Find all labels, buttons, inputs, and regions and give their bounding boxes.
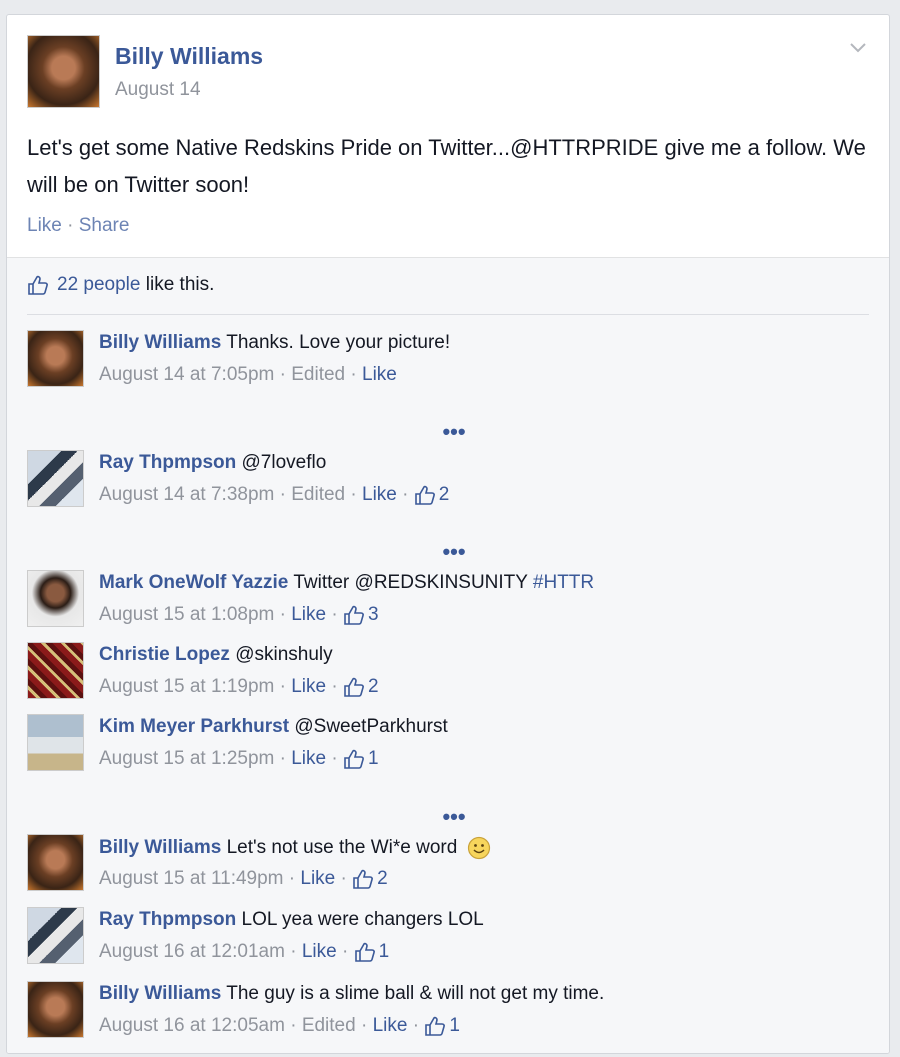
post-actions: Like · Share bbox=[27, 215, 129, 237]
comment-time[interactable]: August 15 at 11:49pm bbox=[99, 868, 284, 890]
avatar[interactable] bbox=[27, 907, 84, 964]
comment-text: Thanks. Love your picture! bbox=[226, 332, 451, 353]
thumbs-up-icon bbox=[425, 1016, 446, 1036]
comment-item: Mark OneWolf Yazzie Twitter @REDSKINSUNI… bbox=[27, 570, 867, 630]
comment-item: Ray Thpmpson @7loveflo August 14 at 7:38… bbox=[27, 450, 867, 510]
thumbs-up-icon bbox=[354, 942, 375, 962]
thumbs-up-icon bbox=[344, 749, 364, 769]
comment-item: Ray Thpmpson LOL yea were changers LOL A… bbox=[27, 907, 867, 967]
comment-item: Billy Williams The guy is a slime ball &… bbox=[27, 981, 867, 1041]
likes-number: 1 bbox=[367, 748, 379, 769]
comment-like-link[interactable]: Like bbox=[300, 868, 335, 890]
comment-likes-count[interactable]: 1 bbox=[424, 1015, 460, 1037]
thumbs-up-icon bbox=[353, 869, 374, 889]
comment-text: @7loveflo bbox=[241, 452, 327, 473]
comment-text: @SweetParkhurst bbox=[294, 716, 448, 737]
likes-summary: 22 people like this. bbox=[27, 274, 214, 296]
commenter-name[interactable]: Billy Williams bbox=[99, 983, 221, 1004]
post-text: Let's get some Native Redskins Pride on … bbox=[27, 135, 866, 197]
comment-time[interactable]: August 14 at 7:05pm bbox=[99, 364, 274, 386]
comment-time[interactable]: August 16 at 12:01am bbox=[99, 941, 285, 963]
commenter-name[interactable]: Ray Thpmpson bbox=[99, 452, 236, 473]
post-card: Billy Williams August 14 Let's get some … bbox=[6, 14, 890, 1054]
avatar[interactable] bbox=[27, 642, 84, 699]
comment-like-link[interactable]: Like bbox=[291, 604, 326, 626]
thumbs-up-icon bbox=[28, 275, 48, 295]
comment-item: Kim Meyer Parkhurst @SweetParkhurst Augu… bbox=[27, 714, 867, 774]
comment-like-link[interactable]: Like bbox=[302, 941, 337, 963]
comments-section: 22 people like this. Billy Williams Than… bbox=[7, 257, 889, 1053]
comment-item: Billy Williams Thanks. Love your picture… bbox=[27, 330, 867, 390]
comment-like-link[interactable]: Like bbox=[291, 748, 326, 770]
post-date[interactable]: August 14 bbox=[115, 79, 201, 101]
divider bbox=[27, 314, 869, 315]
comment-text: @skinshuly bbox=[235, 644, 333, 665]
likes-number: 2 bbox=[438, 484, 450, 505]
thumbs-up-icon bbox=[344, 677, 364, 697]
comment-time[interactable]: August 14 at 7:38pm bbox=[99, 484, 274, 506]
avatar[interactable] bbox=[27, 834, 84, 891]
avatar[interactable] bbox=[27, 714, 84, 771]
comment-like-link[interactable]: Like bbox=[362, 364, 397, 386]
comment-likes-count[interactable]: 2 bbox=[352, 868, 388, 890]
post-share-link[interactable]: Share bbox=[79, 215, 130, 236]
edited-label[interactable]: Edited bbox=[302, 1015, 356, 1037]
comment-time[interactable]: August 15 at 1:19pm bbox=[99, 676, 274, 698]
comment-text: Twitter @REDSKINSUNITY bbox=[293, 572, 528, 593]
more-replies-icon[interactable]: ••• bbox=[439, 806, 469, 828]
comment-text: Let's not use the Wi*e word bbox=[226, 837, 458, 859]
comment-likes-count[interactable]: 3 bbox=[343, 604, 379, 626]
comment-item: Billy Williams Let's not use the Wi*e wo… bbox=[27, 834, 867, 894]
edited-label[interactable]: Edited bbox=[291, 364, 345, 386]
likes-suffix: like this. bbox=[145, 274, 215, 295]
avatar[interactable] bbox=[27, 330, 84, 387]
thumbs-up-icon bbox=[344, 605, 364, 625]
comment-time[interactable]: August 16 at 12:05am bbox=[99, 1015, 285, 1037]
comment-likes-count[interactable]: 2 bbox=[414, 484, 450, 506]
more-replies-icon[interactable]: ••• bbox=[439, 421, 469, 443]
likes-count-link[interactable]: 22 people bbox=[57, 274, 140, 295]
comment-likes-count[interactable]: 1 bbox=[343, 748, 379, 770]
likes-number: 1 bbox=[378, 941, 390, 962]
commenter-name[interactable]: Billy Williams bbox=[99, 837, 221, 858]
edited-label[interactable]: Edited bbox=[291, 484, 345, 506]
comment-like-link[interactable]: Like bbox=[291, 676, 326, 698]
commenter-name[interactable]: Christie Lopez bbox=[99, 644, 230, 665]
likes-number: 2 bbox=[367, 676, 379, 697]
author-avatar[interactable] bbox=[27, 35, 100, 108]
chevron-down-icon[interactable] bbox=[849, 41, 867, 55]
post-like-link[interactable]: Like bbox=[27, 215, 62, 236]
comment-likes-count[interactable]: 2 bbox=[343, 676, 379, 698]
post-author-name[interactable]: Billy Williams bbox=[115, 43, 263, 70]
likes-number: 1 bbox=[449, 1015, 460, 1036]
comment-text: The guy is a slime ball & will not get m… bbox=[226, 983, 605, 1004]
comment-like-link[interactable]: Like bbox=[362, 484, 397, 506]
thumbs-up-icon bbox=[414, 485, 435, 505]
post-header: Billy Williams August 14 bbox=[27, 35, 867, 109]
commenter-name[interactable]: Billy Williams bbox=[99, 332, 221, 353]
comment-time[interactable]: August 15 at 1:25pm bbox=[99, 748, 274, 770]
avatar[interactable] bbox=[27, 570, 84, 627]
hashtag-link[interactable]: #HTTR bbox=[533, 572, 594, 593]
commenter-name[interactable]: Kim Meyer Parkhurst bbox=[99, 716, 289, 737]
avatar[interactable] bbox=[27, 981, 84, 1038]
commenter-name[interactable]: Ray Thpmpson bbox=[99, 909, 236, 930]
avatar[interactable] bbox=[27, 450, 84, 507]
comment-like-link[interactable]: Like bbox=[373, 1015, 408, 1037]
comment-text: LOL yea were changers LOL bbox=[241, 909, 484, 930]
comment-time[interactable]: August 15 at 1:08pm bbox=[99, 604, 274, 626]
separator-dot: · bbox=[67, 215, 74, 236]
commenter-name[interactable]: Mark OneWolf Yazzie bbox=[99, 572, 288, 593]
comment-likes-count[interactable]: 1 bbox=[354, 941, 390, 963]
smiley-icon bbox=[467, 836, 490, 860]
likes-number: 3 bbox=[367, 604, 379, 625]
likes-number: 2 bbox=[377, 868, 388, 889]
comment-item: Christie Lopez @skinshuly August 15 at 1… bbox=[27, 642, 867, 702]
more-replies-icon[interactable]: ••• bbox=[439, 541, 469, 563]
